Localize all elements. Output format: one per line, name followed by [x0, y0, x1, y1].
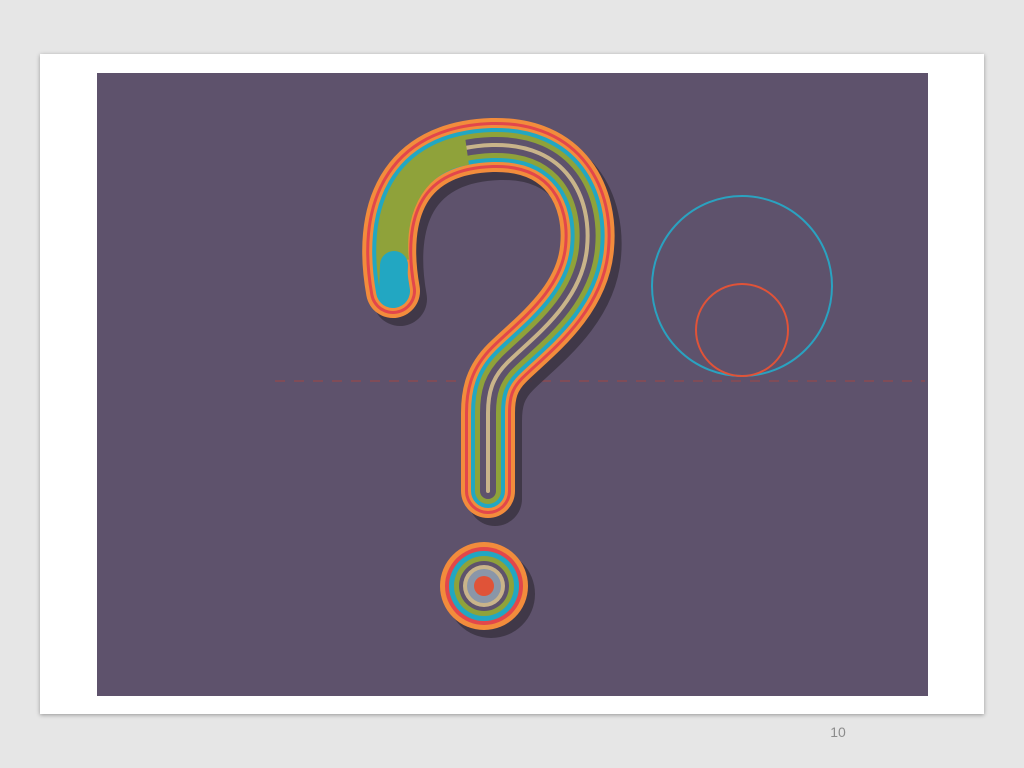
question-mark-illustration: [97, 73, 928, 696]
dot-red-center: [474, 576, 494, 596]
page-number: 10: [830, 724, 846, 740]
slide-artwork: [97, 73, 928, 696]
hook-teal-end-cap: [379, 251, 408, 305]
